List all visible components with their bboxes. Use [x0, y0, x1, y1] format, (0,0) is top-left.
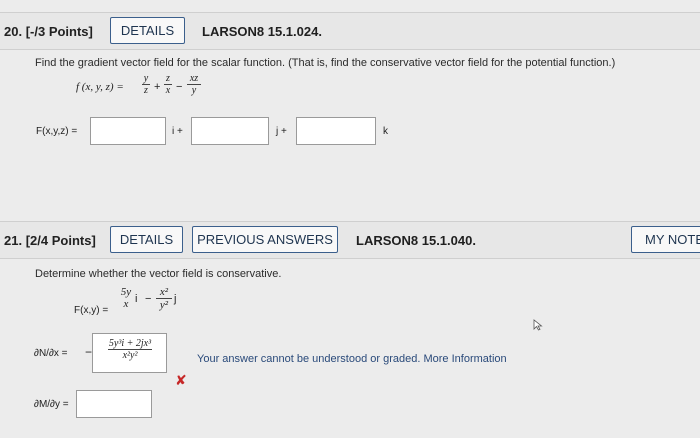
field-term-1: 5y x — [120, 286, 132, 310]
question-number: 20. — [4, 24, 23, 39]
details-button[interactable]: DETAILS — [110, 17, 185, 44]
unit-k-label: k — [383, 126, 388, 137]
field-term-1-unit: i — [135, 293, 138, 305]
field-op: − — [145, 293, 152, 305]
problem-reference: LARSON8 15.1.040. — [356, 233, 476, 248]
question-21-header: 21. [2/4 Points] DETAILS PREVIOUS ANSWER… — [0, 221, 700, 259]
unit-i-label: i + — [172, 126, 183, 137]
dN-prefix: − — [85, 345, 93, 359]
details-button[interactable]: DETAILS — [110, 226, 183, 253]
question-points: [2/4 Points] — [25, 233, 96, 248]
my-notes-label: MY NOTES — [645, 232, 700, 247]
feedback-text: Your answer cannot be understood or grad… — [197, 353, 421, 365]
previous-answers-button[interactable]: PREVIOUS ANSWERS — [192, 226, 338, 253]
question-20-header: 20. [-/3 Points] DETAILS LARSON8 15.1.02… — [0, 12, 700, 50]
field-lhs: F(x,y) = — [74, 305, 109, 316]
question-20-title: 20. [-/3 Points] — [4, 24, 93, 39]
question-points: [-/3 Points] — [25, 24, 93, 39]
unit-j-label: j + — [276, 126, 287, 137]
mouse-cursor-icon — [533, 319, 543, 331]
more-information-link[interactable]: More Information — [423, 353, 506, 365]
question-21-prompt: Determine whether the vector field is co… — [35, 268, 282, 280]
vector-field: F(x,y) = 5y x i − x² y² j — [74, 284, 214, 324]
question-number: 21. — [4, 233, 23, 248]
problem-reference: LARSON8 15.1.024. — [202, 24, 322, 39]
answer-k-input[interactable] — [296, 117, 376, 145]
my-notes-button[interactable]: MY NOTES — [631, 226, 700, 253]
field-term-2: x² y² — [156, 286, 172, 311]
answer-i-input[interactable] — [90, 117, 166, 145]
field-term-2-unit: j — [174, 293, 177, 305]
answer-feedback: Your answer cannot be understood or grad… — [197, 353, 507, 365]
question-20-prompt: Find the gradient vector field for the s… — [35, 57, 616, 69]
function-lhs: f (x, y, z) = — [76, 81, 124, 93]
function-term-2: z x — [164, 73, 172, 96]
question-21-title: 21. [2/4 Points] — [4, 233, 96, 248]
function-op-2: − — [176, 81, 183, 93]
dN-dx-answer[interactable]: 5y³i + 2jx³ x²y² — [92, 333, 167, 373]
gradient-answer-label: F(x,y,z) = — [36, 126, 78, 137]
function-op-1: + — [154, 81, 161, 93]
function-term-3: xz y — [187, 73, 201, 96]
dN-answer-fraction: 5y³i + 2jx³ x²y² — [108, 338, 152, 361]
dM-dy-input[interactable] — [76, 390, 152, 418]
answer-j-input[interactable] — [191, 117, 269, 145]
scalar-function: f (x, y, z) = y z + z x − xz y — [76, 70, 236, 106]
function-term-1: y z — [142, 73, 150, 96]
dM-dy-label: ∂M/∂y = — [34, 399, 69, 410]
dN-dx-label: ∂N/∂x = — [34, 348, 68, 359]
incorrect-icon: ✘ — [175, 372, 187, 388]
